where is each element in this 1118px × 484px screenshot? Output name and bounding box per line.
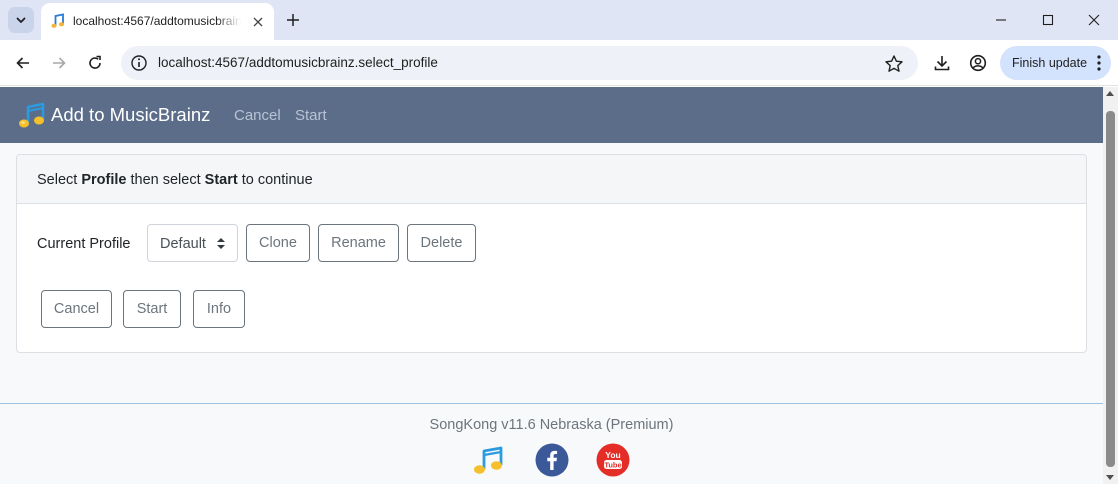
footer-version: SongKong v11.6 Nebraska (Premium) bbox=[429, 417, 674, 433]
back-button[interactable] bbox=[11, 51, 35, 75]
plus-icon bbox=[287, 14, 299, 26]
info-button[interactable]: Info bbox=[193, 290, 245, 328]
minimize-icon bbox=[996, 19, 1006, 21]
page-viewport: Add to MusicBrainz Cancel Start Select P… bbox=[0, 87, 1103, 484]
finish-update-label: Finish update bbox=[1012, 56, 1088, 70]
sort-caret-icon bbox=[217, 238, 225, 249]
close-icon bbox=[1088, 14, 1100, 26]
maximize-icon bbox=[1042, 14, 1054, 26]
browser-toolbar: localhost:4567/addtomusicbrainz.select_p… bbox=[0, 40, 1118, 86]
address-bar[interactable]: localhost:4567/addtomusicbrainz.select_p… bbox=[121, 46, 918, 80]
footer-divider bbox=[0, 403, 1103, 404]
songkong-favicon-icon bbox=[51, 13, 65, 28]
address-url[interactable]: localhost:4567/addtomusicbrainz.select_p… bbox=[158, 55, 438, 70]
scroll-up-arrow-icon[interactable] bbox=[1106, 91, 1114, 96]
navbar-brand[interactable]: Add to MusicBrainz bbox=[51, 104, 210, 126]
forward-button[interactable] bbox=[47, 51, 71, 75]
tab-close-button[interactable] bbox=[249, 13, 267, 31]
reload-button[interactable] bbox=[83, 51, 107, 75]
new-tab-button[interactable] bbox=[282, 9, 304, 31]
minimize-window-button[interactable] bbox=[989, 8, 1013, 32]
more-vert-icon bbox=[1097, 55, 1101, 71]
current-profile-label: Current Profile bbox=[37, 236, 131, 252]
site-info-icon[interactable] bbox=[130, 54, 148, 72]
songkong-logo-icon[interactable] bbox=[18, 102, 46, 129]
navbar-start-link[interactable]: Start bbox=[295, 107, 327, 124]
profile-emphasis: Profile bbox=[81, 172, 127, 188]
close-window-button[interactable] bbox=[1082, 8, 1106, 32]
start-button[interactable]: Start bbox=[123, 290, 181, 328]
svg-text:You: You bbox=[605, 450, 620, 460]
navbar-cancel-link[interactable]: Cancel bbox=[234, 107, 281, 124]
reload-icon bbox=[89, 55, 101, 69]
arrow-right-icon bbox=[53, 57, 66, 69]
cancel-button[interactable]: Cancel bbox=[41, 290, 112, 328]
youtube-icon[interactable]: You Tube bbox=[596, 443, 630, 477]
clone-button[interactable]: Clone bbox=[246, 224, 310, 262]
card-header-instruction: Select Profile then select Start to cont… bbox=[37, 172, 313, 188]
tab-search-button[interactable] bbox=[8, 7, 34, 33]
svg-text:Tube: Tube bbox=[604, 460, 621, 469]
card-header: Select Profile then select Start to cont… bbox=[17, 155, 1086, 204]
profile-select-value: Default bbox=[160, 236, 206, 252]
facebook-icon[interactable] bbox=[535, 443, 569, 477]
bookmark-star-icon[interactable] bbox=[884, 54, 904, 74]
profile-select[interactable]: Default bbox=[147, 224, 238, 262]
start-emphasis: Start bbox=[204, 172, 238, 188]
app-navbar: Add to MusicBrainz Cancel Start bbox=[0, 87, 1103, 143]
songkong-logo-icon[interactable] bbox=[472, 443, 506, 477]
download-icon bbox=[934, 56, 950, 71]
scrollbar-thumb[interactable] bbox=[1106, 111, 1115, 467]
browser-tab-strip: localhost:4567/addtomusicbrainz.select_p… bbox=[0, 0, 1118, 40]
select-profile-card: Select Profile then select Start to cont… bbox=[16, 154, 1087, 353]
maximize-window-button[interactable] bbox=[1036, 8, 1060, 32]
tab-title: localhost:4567/addtomusicbrainz.select_p… bbox=[73, 14, 241, 28]
rename-button[interactable]: Rename bbox=[318, 224, 399, 262]
scroll-down-arrow-icon[interactable] bbox=[1106, 475, 1114, 480]
delete-button[interactable]: Delete bbox=[407, 224, 476, 262]
browser-tab-active[interactable]: localhost:4567/addtomusicbrainz.select_p… bbox=[41, 3, 274, 40]
profile-button[interactable] bbox=[967, 52, 989, 74]
downloads-button[interactable] bbox=[931, 52, 953, 74]
close-icon bbox=[253, 17, 263, 27]
finish-update-button[interactable]: Finish update bbox=[1000, 46, 1111, 80]
chevron-down-icon bbox=[16, 17, 26, 23]
page-scrollbar[interactable] bbox=[1103, 87, 1118, 484]
account-circle-icon bbox=[969, 54, 987, 72]
arrow-left-icon bbox=[16, 57, 29, 69]
